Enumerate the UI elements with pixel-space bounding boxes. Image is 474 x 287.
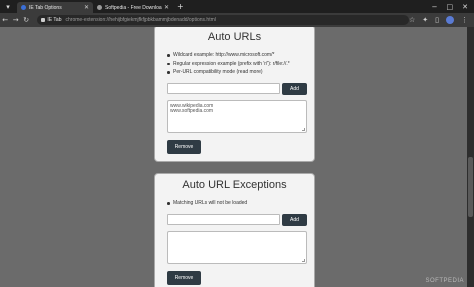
tab-ie-tab-options[interactable]: IE Tab Options ✕	[17, 2, 93, 13]
extension-icon	[41, 18, 46, 22]
close-window-icon[interactable]: ✕	[462, 3, 468, 11]
auto-urls-help-list: Wildcard example: http://www.microsoft.c…	[167, 51, 314, 77]
profile-avatar[interactable]	[446, 16, 454, 24]
resize-grip-icon[interactable]	[302, 127, 305, 131]
address-bar[interactable]: IE Tab chrome-extension://hehijbfgiekmjf…	[37, 15, 409, 25]
exception-add-row: Add	[167, 213, 314, 226]
back-icon[interactable]: ←	[0, 16, 10, 24]
scrollbar-thumb[interactable]	[468, 157, 473, 217]
tab-softpedia[interactable]: Softpedia - Free Downloads E... ✕	[93, 2, 173, 13]
forward-icon[interactable]: →	[10, 16, 20, 24]
bookmark-star-icon[interactable]: ☆	[409, 16, 415, 24]
exceptions-help-list: Matching URLs will not be loaded	[167, 199, 314, 208]
auto-url-exceptions-title: Auto URL Exceptions	[182, 179, 287, 191]
options-page: Auto URLs Wildcard example: http://www.m…	[0, 27, 474, 287]
auto-url-exceptions-card: Auto URL Exceptions Matching URLs will n…	[154, 173, 315, 287]
address-url: chrome-extension://hehijbfgiekmjfkfjpbkb…	[65, 17, 216, 23]
add-exception-button[interactable]: Add	[282, 213, 307, 226]
read-more-link[interactable]: (read more)	[236, 69, 262, 75]
page-scrollbar[interactable]	[467, 27, 474, 287]
menu-kebab-icon[interactable]: ⋮	[461, 16, 468, 24]
auto-url-add-row: Add	[167, 82, 314, 95]
new-tab-button[interactable]: +	[177, 2, 184, 11]
window-controls: − □ ✕	[432, 3, 474, 11]
close-tab-icon[interactable]: ✕	[84, 4, 89, 11]
sidebar-icon[interactable]: ▯	[435, 16, 439, 24]
tab-title: IE Tab Options	[29, 4, 62, 11]
exception-url-input[interactable]	[167, 214, 280, 225]
tab-search-icon[interactable]: ▾	[3, 2, 13, 12]
close-tab-icon[interactable]: ✕	[164, 4, 169, 11]
list-item: www.softpedia.com	[170, 108, 214, 114]
extension-chip-label: IE Tab	[47, 17, 62, 23]
ie-tab-favicon-icon	[21, 5, 26, 10]
list-item: Per-URL compatibility mode (read more)	[167, 68, 314, 77]
toolbar-actions: ☆ ✦ ▯ ⋮	[409, 16, 474, 24]
auto-urls-title: Auto URLs	[207, 31, 262, 43]
browser-toolbar: ← → ↻ IE Tab chrome-extension://hehijbfg…	[0, 13, 474, 27]
maximize-icon[interactable]: □	[447, 3, 454, 11]
auto-urls-list[interactable]: www.wikipedia.com www.softpedia.com	[167, 99, 307, 133]
reload-icon[interactable]: ↻	[21, 16, 31, 24]
list-item: Regular expression example (prefix with …	[167, 60, 314, 69]
extension-chip: IE Tab	[41, 17, 62, 23]
auto-urls-card: Auto URLs Wildcard example: http://www.m…	[154, 27, 315, 162]
auto-url-input[interactable]	[167, 83, 280, 94]
list-item: Wildcard example: http://www.microsoft.c…	[167, 51, 314, 60]
add-auto-url-button[interactable]: Add	[282, 82, 307, 95]
tab-strip: ▾ IE Tab Options ✕ Softpedia - Free Down…	[0, 0, 474, 13]
resize-grip-icon[interactable]	[302, 258, 305, 262]
remove-auto-url-button[interactable]: Remove	[167, 139, 201, 154]
remove-exception-button[interactable]: Remove	[167, 270, 201, 285]
minimize-icon[interactable]: −	[432, 3, 438, 11]
list-item: Matching URLs will not be loaded	[167, 199, 314, 208]
list-item-text: Per-URL compatibility mode	[173, 69, 236, 75]
tab-title: Softpedia - Free Downloads E...	[105, 4, 162, 11]
softpedia-favicon-icon	[97, 5, 102, 10]
extensions-puzzle-icon[interactable]: ✦	[422, 16, 428, 24]
exceptions-list[interactable]	[167, 230, 307, 264]
softpedia-watermark: SOFTPEDIA	[425, 278, 464, 284]
